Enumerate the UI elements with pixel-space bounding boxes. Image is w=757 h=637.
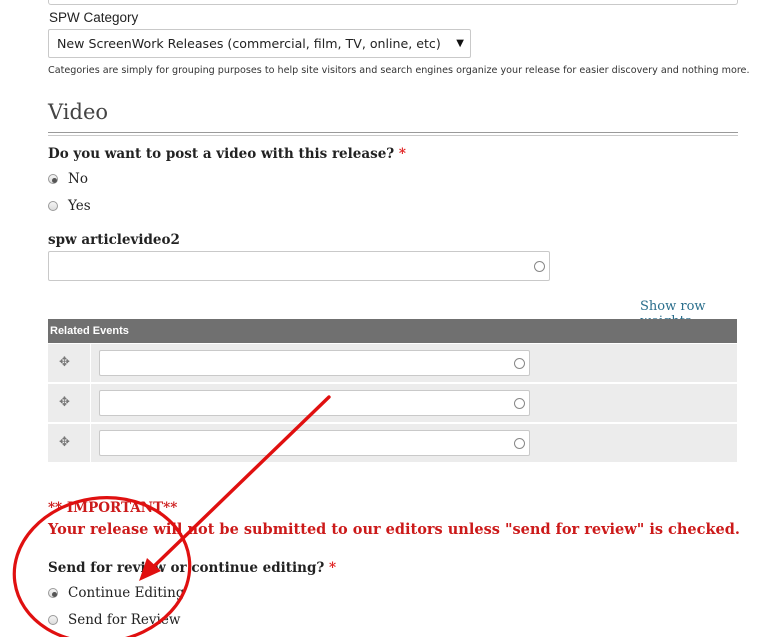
annotation-arrow-shaft <box>146 395 331 574</box>
annotation-overlay <box>12 395 331 637</box>
annotation-circle <box>12 496 192 637</box>
